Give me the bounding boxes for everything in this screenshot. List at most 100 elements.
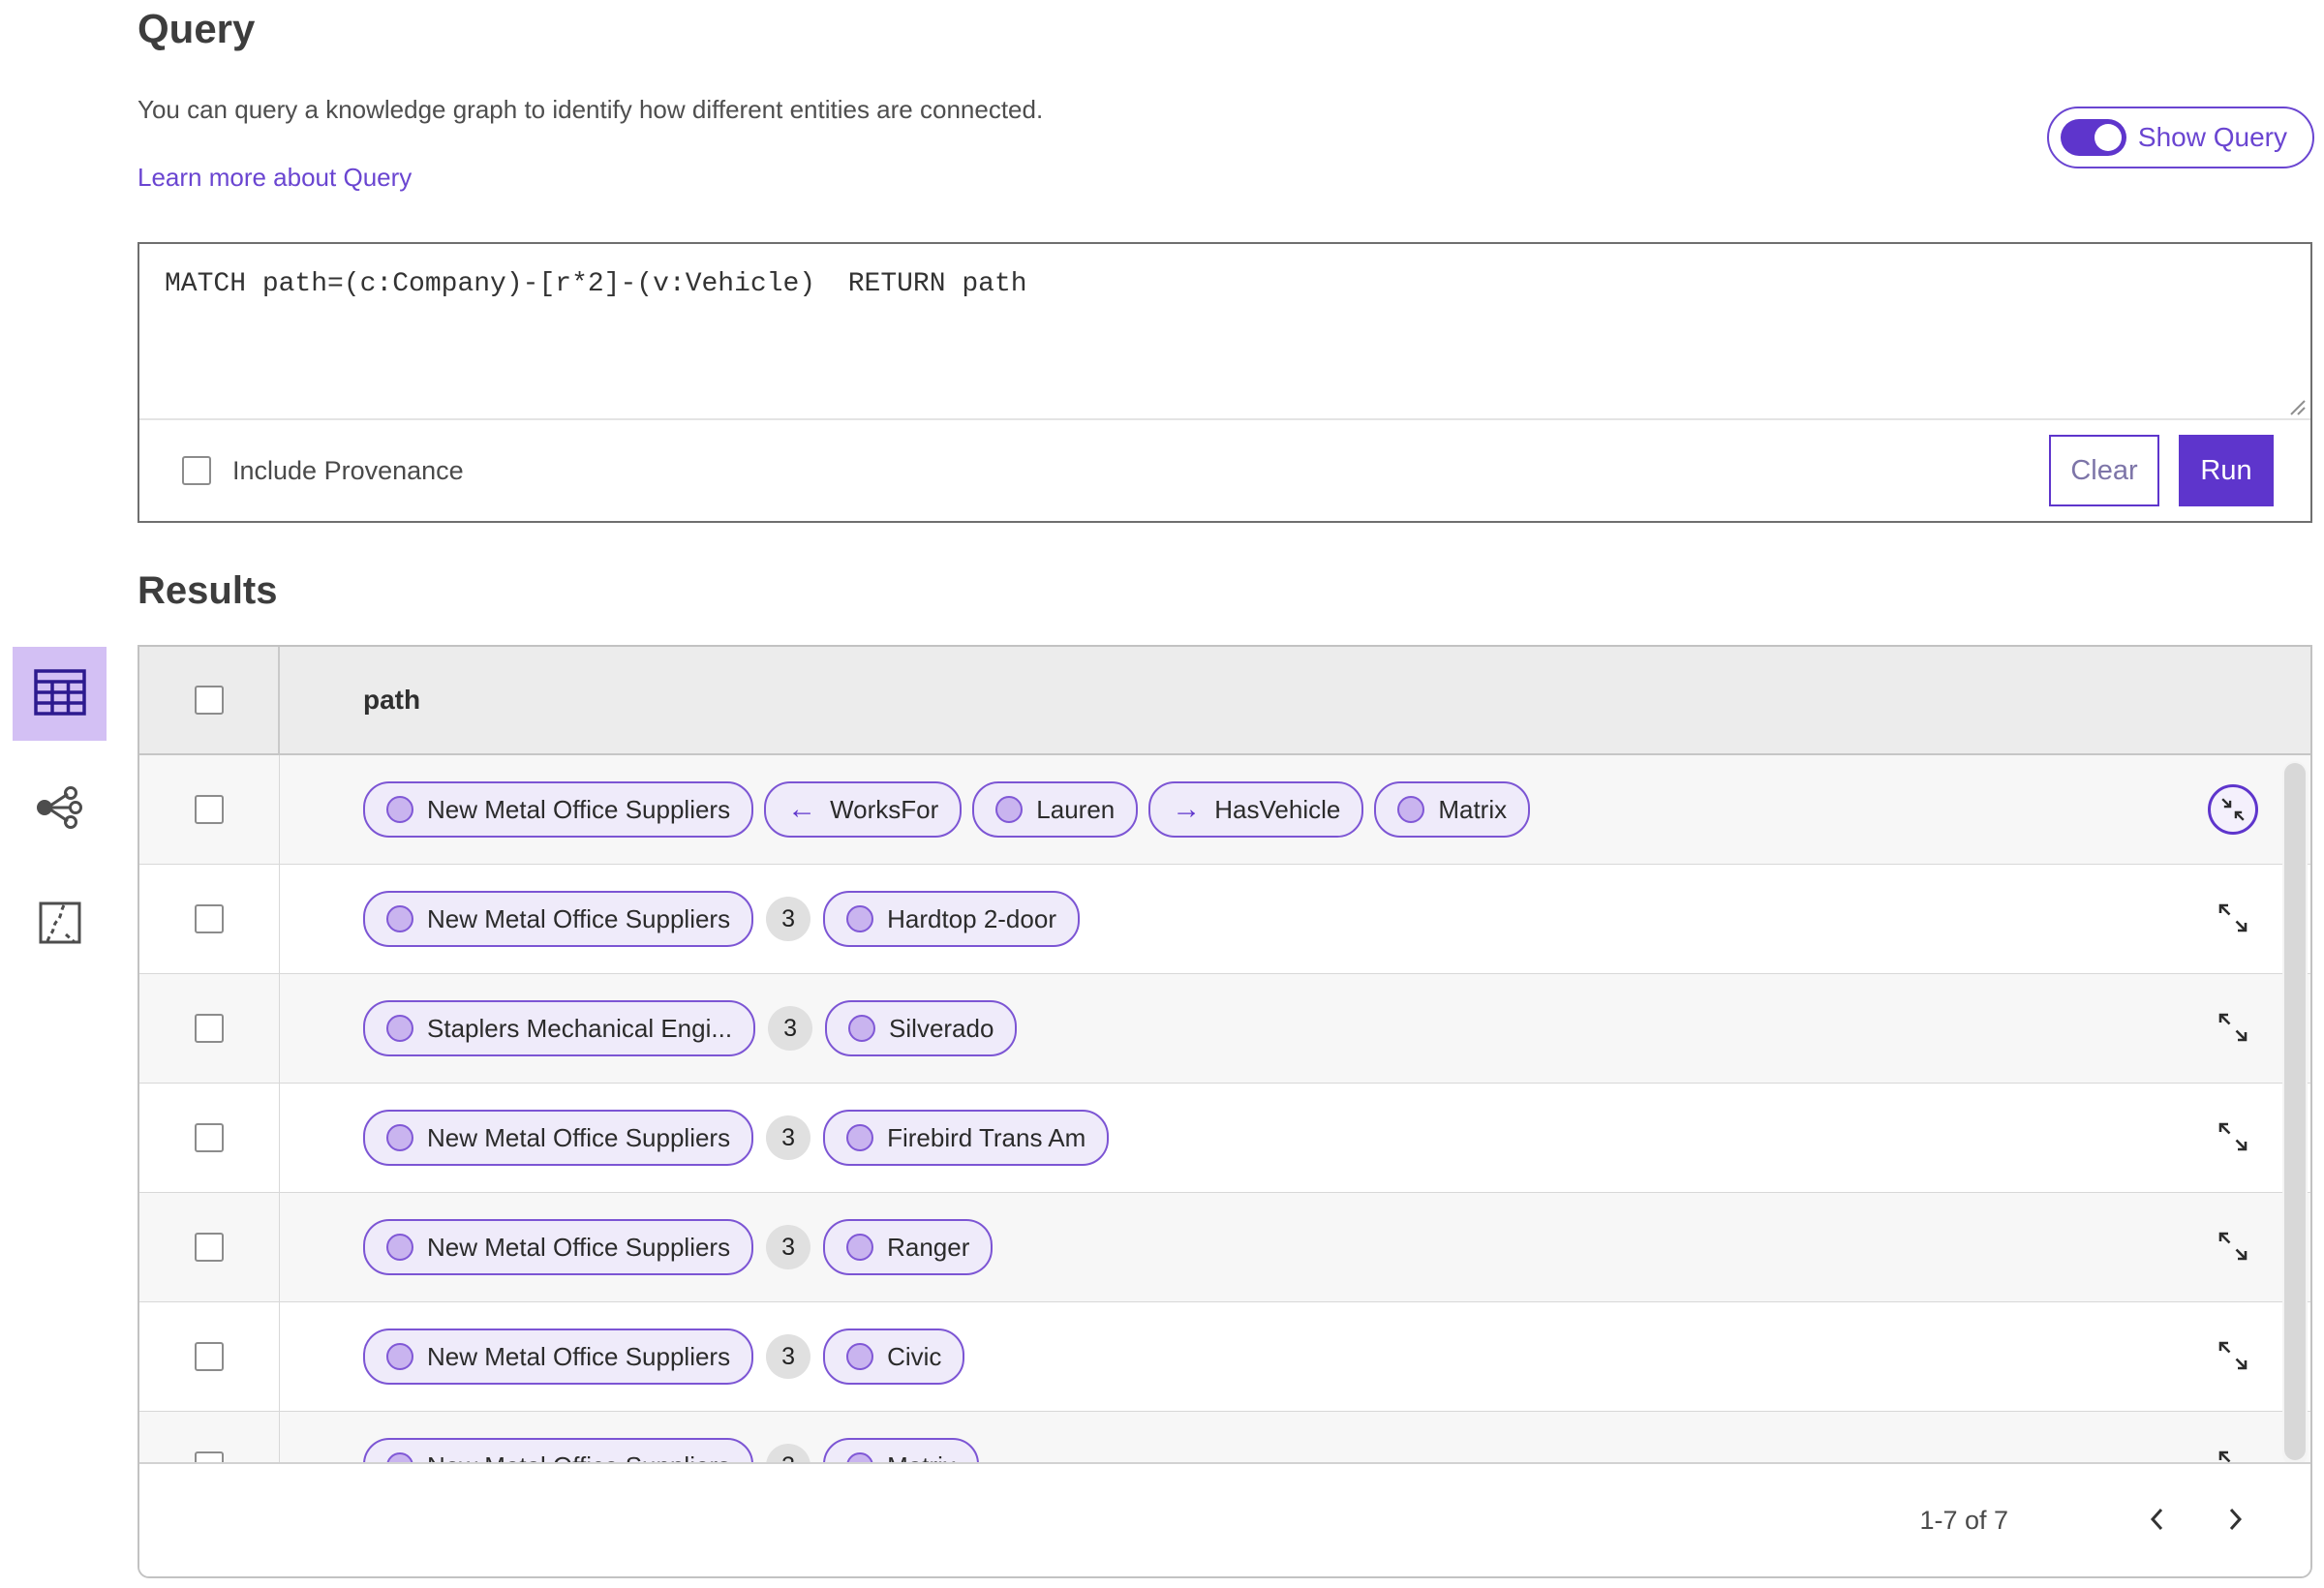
entity-pill[interactable]: Silverado bbox=[825, 1000, 1018, 1056]
pill-label: New Metal Office Suppliers bbox=[427, 1341, 731, 1371]
relationship-pill[interactable]: → HasVehicle bbox=[1148, 781, 1364, 838]
pill-label: Civic bbox=[887, 1341, 942, 1371]
row-checkbox[interactable] bbox=[195, 1342, 224, 1371]
path-cell: New Metal Office Suppliers 3 Firebird Tran… bbox=[280, 1110, 2156, 1166]
entity-pill[interactable]: New Metal Office Suppliers bbox=[363, 1110, 754, 1166]
entity-icon bbox=[386, 1015, 413, 1042]
link-chart-view-button[interactable] bbox=[13, 762, 107, 856]
entity-icon bbox=[848, 1015, 876, 1042]
path-cell: New Metal Office Suppliers 3 Ranger bbox=[280, 1219, 2156, 1275]
query-textarea[interactable]: MATCH path=(c:Company)-[r*2]-(v:Vehicle)… bbox=[139, 244, 2310, 325]
entity-pill[interactable]: Civic bbox=[823, 1328, 965, 1385]
expand-icon bbox=[2216, 1010, 2250, 1048]
table-row: New Metal Office Suppliers ← WorksFor Laure… bbox=[139, 755, 2310, 865]
pill-label: New Metal Office Suppliers bbox=[427, 903, 731, 933]
collapsed-count-badge[interactable]: 3 bbox=[766, 1115, 811, 1160]
row-checkbox[interactable] bbox=[195, 1233, 224, 1262]
query-editor-panel: MATCH path=(c:Company)-[r*2]-(v:Vehicle)… bbox=[138, 242, 2312, 523]
expand-icon bbox=[2216, 1338, 2250, 1376]
column-header-path: path bbox=[363, 685, 421, 715]
query-footer: Include Provenance Clear Run bbox=[139, 418, 2310, 521]
row-checkbox[interactable] bbox=[195, 904, 224, 933]
table-row: Staplers Mechanical Engi... 3 Silverado bbox=[139, 974, 2310, 1084]
link-chart-icon bbox=[36, 784, 84, 834]
entity-icon bbox=[386, 905, 413, 932]
expand-icon bbox=[2216, 1119, 2250, 1157]
pill-label: New Metal Office Suppliers bbox=[427, 1232, 731, 1262]
collapse-row-button[interactable] bbox=[2208, 784, 2258, 835]
entity-pill[interactable]: New Metal Office Suppliers bbox=[363, 1219, 754, 1275]
entity-icon bbox=[386, 1234, 413, 1261]
show-query-toggle[interactable]: Show Query bbox=[2046, 107, 2314, 168]
chevron-right-icon bbox=[2227, 1506, 2245, 1536]
entity-pill[interactable]: New Metal Office Suppliers bbox=[363, 891, 754, 947]
row-checkbox[interactable] bbox=[195, 1123, 224, 1152]
entity-icon bbox=[386, 1124, 413, 1151]
entity-pill[interactable]: Staplers Mechanical Engi... bbox=[363, 1000, 756, 1056]
expand-row-button[interactable] bbox=[2216, 1338, 2250, 1376]
table-row: New Metal Office Suppliers 3 Ranger bbox=[139, 1193, 2310, 1302]
collapsed-count-badge[interactable]: 3 bbox=[766, 1334, 811, 1379]
entity-icon bbox=[846, 905, 874, 932]
entity-pill[interactable]: Matrix bbox=[1374, 781, 1531, 838]
path-cell: New Metal Office Suppliers ← WorksFor Laure… bbox=[280, 781, 2156, 838]
toggle-on-icon[interactable] bbox=[2060, 119, 2126, 156]
resize-handle-icon[interactable] bbox=[2283, 393, 2307, 416]
include-provenance-label: Include Provenance bbox=[232, 455, 464, 485]
map-view-button[interactable] bbox=[13, 877, 107, 971]
pill-label: New Metal Office Suppliers bbox=[427, 1122, 731, 1152]
entity-icon bbox=[386, 796, 413, 823]
pill-label: WorksFor bbox=[830, 794, 939, 824]
expand-row-button[interactable] bbox=[2216, 1010, 2250, 1048]
table-scrollbar[interactable] bbox=[2282, 761, 2308, 1466]
entity-icon bbox=[846, 1234, 874, 1261]
relationship-pill[interactable]: ← WorksFor bbox=[764, 781, 963, 838]
pill-label: New Metal Office Suppliers bbox=[427, 794, 731, 824]
collapsed-count-badge[interactable]: 3 bbox=[768, 1006, 813, 1051]
scrollbar-thumb[interactable] bbox=[2284, 763, 2306, 1460]
run-button[interactable]: Run bbox=[2179, 435, 2274, 506]
row-checkbox[interactable] bbox=[195, 795, 224, 824]
expand-icon bbox=[2216, 901, 2250, 938]
pill-label: Firebird Trans Am bbox=[887, 1122, 1086, 1152]
collapsed-count-badge[interactable]: 3 bbox=[766, 897, 811, 941]
entity-icon bbox=[995, 796, 1024, 823]
select-all-checkbox[interactable] bbox=[194, 686, 224, 715]
table-row: New Metal Office Suppliers 3 Civic bbox=[139, 1302, 2310, 1412]
show-query-label: Show Query bbox=[2137, 122, 2287, 152]
map-icon bbox=[38, 901, 82, 948]
entity-icon bbox=[846, 1343, 874, 1370]
table-body: New Metal Office Suppliers ← WorksFor Laure… bbox=[139, 755, 2310, 1466]
collapsed-count-badge[interactable]: 3 bbox=[766, 1225, 811, 1269]
path-cell: Staplers Mechanical Engi... 3 Silverado bbox=[280, 1000, 2156, 1056]
entity-pill[interactable]: Lauren bbox=[972, 781, 1139, 838]
table-view-button[interactable] bbox=[13, 647, 107, 741]
include-provenance-checkbox[interactable] bbox=[182, 456, 211, 485]
expand-row-button[interactable] bbox=[2216, 901, 2250, 938]
table-pagination-bar: 1-7 of 7 bbox=[139, 1462, 2310, 1576]
row-checkbox[interactable] bbox=[195, 1014, 224, 1043]
pill-label: Matrix bbox=[1438, 794, 1508, 824]
expand-row-button[interactable] bbox=[2216, 1119, 2250, 1157]
chevron-left-icon bbox=[2148, 1506, 2165, 1536]
entity-pill[interactable]: New Metal Office Suppliers bbox=[363, 781, 754, 838]
pagination-range: 1-7 of 7 bbox=[1919, 1505, 2008, 1535]
previous-page-button[interactable] bbox=[2142, 1500, 2171, 1542]
arrow-right-icon: → bbox=[1172, 793, 1202, 825]
results-table: path New Metal Office Suppliers ← WorksFor… bbox=[138, 645, 2312, 1578]
entity-icon bbox=[846, 1124, 874, 1151]
next-page-button[interactable] bbox=[2221, 1500, 2250, 1542]
pill-label: Ranger bbox=[887, 1232, 970, 1262]
pill-label: HasVehicle bbox=[1214, 794, 1341, 824]
entity-pill[interactable]: Hardtop 2-door bbox=[823, 891, 1080, 947]
entity-pill[interactable]: Firebird Trans Am bbox=[823, 1110, 1110, 1166]
entity-pill[interactable]: New Metal Office Suppliers bbox=[363, 1328, 754, 1385]
pill-label: Hardtop 2-door bbox=[887, 903, 1056, 933]
clear-button[interactable]: Clear bbox=[2049, 435, 2159, 506]
table-row: New Metal Office Suppliers 3 Hardtop 2-doo… bbox=[139, 865, 2310, 974]
page-title: Query bbox=[138, 6, 256, 51]
expand-row-button[interactable] bbox=[2216, 1229, 2250, 1267]
entity-pill[interactable]: Ranger bbox=[823, 1219, 994, 1275]
learn-more-link[interactable]: Learn more about Query bbox=[138, 163, 412, 193]
pill-label: Staplers Mechanical Engi... bbox=[427, 1013, 733, 1043]
